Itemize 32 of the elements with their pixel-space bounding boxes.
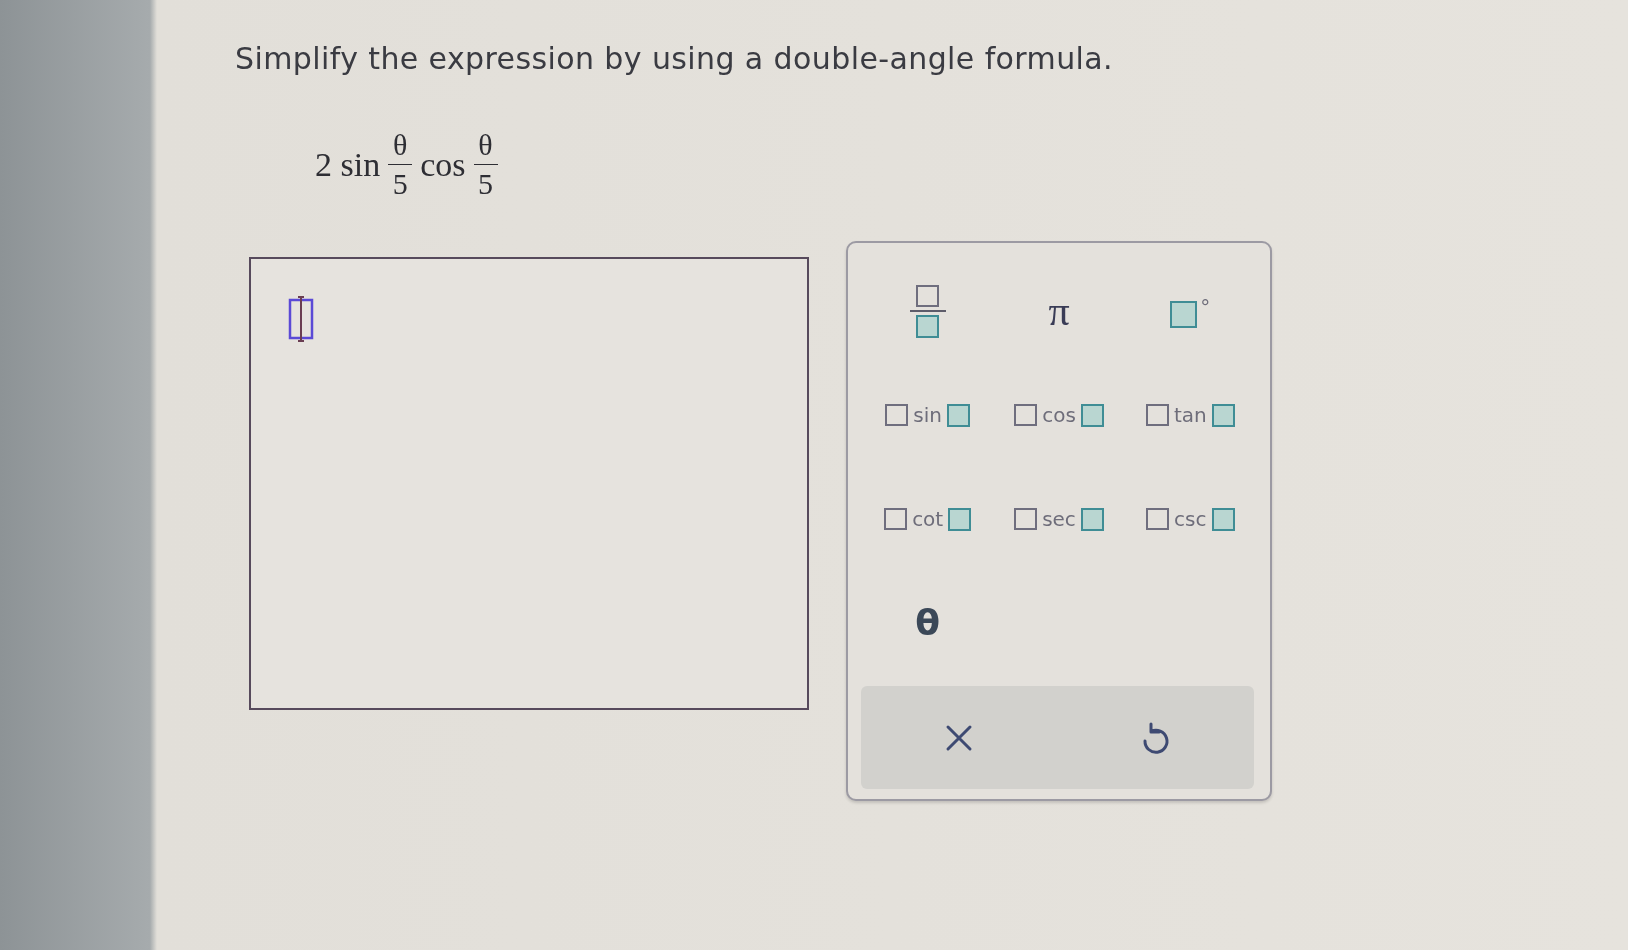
fraction-denominator: 5 (478, 165, 493, 202)
filled-box-icon (1211, 507, 1235, 531)
filled-box-icon (1080, 507, 1104, 531)
filled-box-icon (916, 314, 940, 338)
expression-text: 2 sin (315, 144, 381, 185)
function-key[interactable]: csc (1142, 503, 1239, 535)
function-key[interactable]: cot (880, 503, 976, 535)
filled-box-icon (1080, 403, 1104, 427)
filled-box-icon (948, 507, 972, 531)
expression-text: cos (420, 144, 466, 185)
function-key[interactable]: sin (881, 399, 974, 431)
variable-key[interactable]: θ (911, 599, 945, 647)
symbol-key[interactable]: π (1044, 285, 1074, 337)
function-key[interactable]: tan (1141, 399, 1239, 431)
fraction-numerator: θ (478, 126, 493, 163)
filled-box-icon (1211, 403, 1235, 427)
fraction-denominator: 5 (392, 165, 408, 202)
close-icon (945, 723, 974, 752)
function-key[interactable]: sec (1010, 503, 1108, 535)
empty-box-icon (916, 284, 940, 307)
prompt-text: Simplify the expression by using a double-angle formula. (235, 40, 1114, 78)
function-key[interactable]: cos (1010, 399, 1108, 431)
filled-box-icon (1170, 300, 1198, 328)
empty-box-icon (884, 508, 908, 530)
degree-key[interactable]: ° (1166, 290, 1215, 332)
fraction-numerator: θ (393, 126, 408, 163)
empty-box-icon (1014, 508, 1038, 530)
empty-box-icon (885, 404, 909, 426)
empty-box-icon (1145, 404, 1169, 426)
filled-box-icon (947, 403, 970, 427)
empty-box-icon (1014, 404, 1038, 426)
empty-box-icon (1146, 508, 1170, 530)
